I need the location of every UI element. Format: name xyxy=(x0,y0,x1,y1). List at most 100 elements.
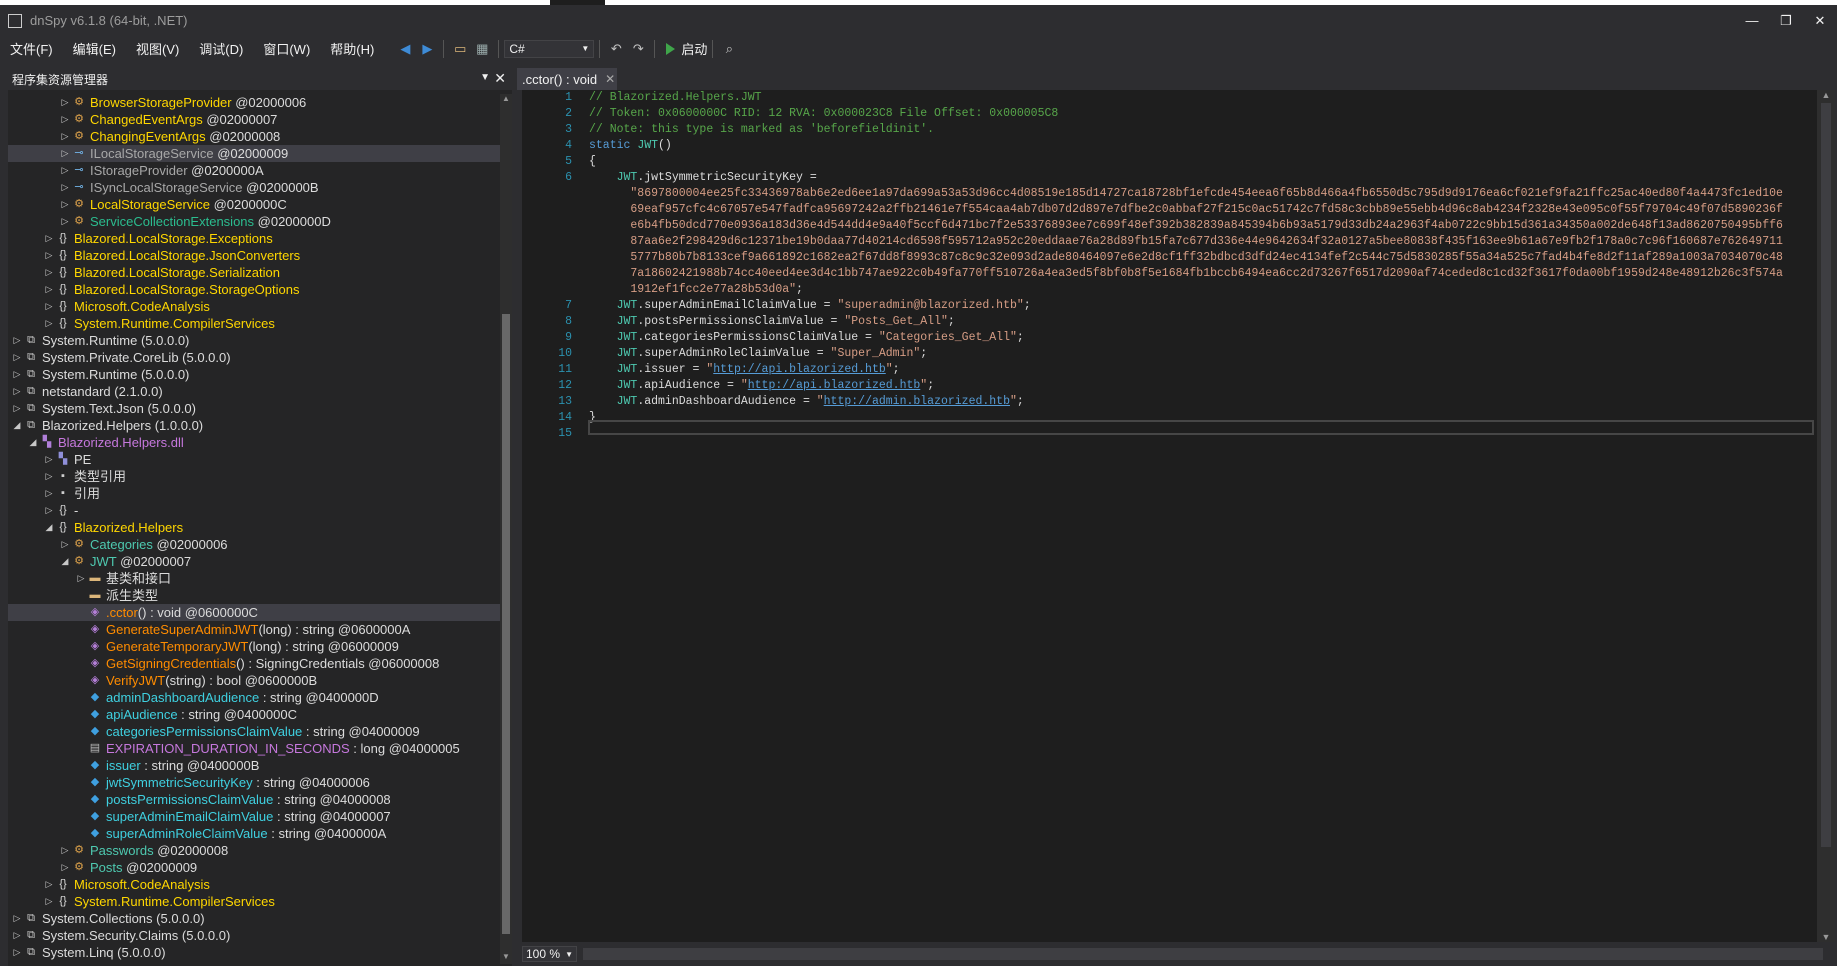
code-line[interactable]: { xyxy=(589,154,1804,170)
code-line[interactable]: JWT.jwtSymmetricSecurityKey = xyxy=(589,170,1804,186)
open-list-icon[interactable]: ▦ xyxy=(472,39,492,59)
expand-arrow-icon[interactable]: ▷ xyxy=(60,842,70,859)
expand-arrow-icon[interactable]: ▷ xyxy=(12,349,22,366)
expand-arrow-icon[interactable]: ▷ xyxy=(44,876,54,893)
code-line[interactable]: JWT.superAdminRoleClaimValue = "Super_Ad… xyxy=(589,346,1804,362)
tree-node[interactable]: ▷ ⧉ System.Security.Claims (5.0.0.0) xyxy=(8,927,500,944)
editor-scroll-thumb[interactable] xyxy=(1821,103,1831,847)
language-select[interactable]: C# ▼ xyxy=(504,39,595,58)
maximize-button[interactable]: ❐ xyxy=(1769,5,1803,36)
tree-node[interactable]: ◆ jwtSymmetricSecurityKey : string @04000… xyxy=(8,774,500,791)
tree-node[interactable]: ◆ superAdminEmailClaimValue : string @040… xyxy=(8,808,500,825)
tree-node[interactable]: ◢ ⚙ JWT @02000007 xyxy=(8,553,500,570)
tree-node[interactable]: ◆ issuer : string @0400000B xyxy=(8,757,500,774)
tree-node[interactable]: ◆ postsPermissionsClaimValue : string @04… xyxy=(8,791,500,808)
tree-node[interactable]: ▷ ⚙ Categories @02000006 xyxy=(8,536,500,553)
code-line[interactable]: JWT.apiAudience = "http://api.blazorized… xyxy=(589,378,1804,394)
collapse-arrow-icon[interactable]: ◢ xyxy=(44,519,54,536)
tree-node[interactable]: ▷ ⧉ System.Runtime (5.0.0.0) xyxy=(8,366,500,383)
close-window-button[interactable]: ✕ xyxy=(1803,5,1837,36)
editor-scrollbar[interactable]: ▲ ▼ xyxy=(1817,90,1835,942)
tree-node[interactable]: ◢ {} Blazorized.Helpers xyxy=(8,519,500,536)
code-editor[interactable]: 1 2 3 4 5 6 7 8 9 10 11 12 13 14 15 // Blazorized.Help… xyxy=(522,90,1819,942)
code-line[interactable]: JWT.issuer = "http://api.blazorized.htb"… xyxy=(589,362,1804,378)
code-line[interactable]: 7a18602421988b74cc40eed4ee3d4c1bb747ae92… xyxy=(589,266,1804,282)
tree-node[interactable]: ▤ EXPIRATION_DURATION_IN_SECONDS : long @… xyxy=(8,740,500,757)
tree-node[interactable]: ▷ ⚙ ChangedEventArgs @02000007 xyxy=(8,111,500,128)
tree-node[interactable]: ◆ superAdminRoleClaimValue : string @0400… xyxy=(8,825,500,842)
tree-node[interactable]: ▷ ⚙ Posts @02000009 xyxy=(8,859,500,876)
expand-arrow-icon[interactable]: ▷ xyxy=(44,315,54,332)
expand-arrow-icon[interactable]: ▷ xyxy=(60,128,70,145)
expand-arrow-icon[interactable]: ▷ xyxy=(44,893,54,910)
menu-edit[interactable]: 编辑(E) xyxy=(63,39,126,58)
expand-arrow-icon[interactable]: ▷ xyxy=(60,162,70,179)
expand-arrow-icon[interactable]: ▷ xyxy=(44,264,54,281)
expand-arrow-icon[interactable]: ▷ xyxy=(60,94,70,111)
expand-arrow-icon[interactable]: ▷ xyxy=(12,944,22,961)
tree-node[interactable]: ▷ ⚙ ChangingEventArgs @02000008 xyxy=(8,128,500,145)
tree-node[interactable]: ▷ ▬ 基类和接口 xyxy=(8,570,500,587)
tree-node[interactable]: ▷ {} Blazored.LocalStorage.JsonConverters xyxy=(8,247,500,264)
expand-arrow-icon[interactable]: ▷ xyxy=(60,859,70,876)
code-line[interactable]: "8697800004ee25fc33436978ab6e2ed6ee1a97d… xyxy=(589,186,1804,202)
code-line[interactable]: JWT.adminDashboardAudience = "http://adm… xyxy=(589,394,1804,410)
start-button[interactable]: 启动 xyxy=(666,39,707,58)
tree-node[interactable]: ◆ categoriesPermissionsClaimValue : strin… xyxy=(8,723,500,740)
tree-node[interactable]: ▷ {} System.Runtime.CompilerServices xyxy=(8,893,500,910)
expand-arrow-icon[interactable]: ▷ xyxy=(12,400,22,417)
close-tab-icon[interactable]: ✕ xyxy=(605,72,615,86)
expand-arrow-icon[interactable]: ▷ xyxy=(44,247,54,264)
editor-hscrollbar[interactable] xyxy=(583,948,1823,960)
tree-node[interactable]: ▷ {} - xyxy=(8,502,500,519)
code-line[interactable]: // Token: 0x0600000C RID: 12 RVA: 0x0000… xyxy=(589,106,1804,122)
tree-node[interactable]: ◈ GenerateSuperAdminJWT(long) : string @0… xyxy=(8,621,500,638)
code-line[interactable]: 5777b80b7b8133cef9a661892c1682ea2f67dd8f… xyxy=(589,250,1804,266)
menu-help[interactable]: 帮助(H) xyxy=(320,39,384,58)
tree-scrollbar[interactable]: ▲ ▼ xyxy=(500,94,512,964)
code-line[interactable]: e6b4fb50dcd770e0936a183d36e4d544dd4e9a40… xyxy=(589,218,1804,234)
expand-arrow-icon[interactable]: ▷ xyxy=(60,213,70,230)
scroll-down-icon[interactable]: ▼ xyxy=(1817,932,1835,942)
expand-arrow-icon[interactable]: ▷ xyxy=(12,366,22,383)
code-line[interactable]: static JWT() xyxy=(589,138,1804,154)
tree-node[interactable]: ▷ ⊸ ILocalStorageService @02000009 xyxy=(8,145,500,162)
menu-view[interactable]: 视图(V) xyxy=(126,39,189,58)
expand-arrow-icon[interactable]: ▷ xyxy=(12,927,22,944)
expand-arrow-icon[interactable]: ▷ xyxy=(60,179,70,196)
tree-node[interactable]: ▷ ⧉ System.Text.Json (5.0.0.0) xyxy=(8,400,500,417)
code-line[interactable]: JWT.superAdminEmailClaimValue = "superad… xyxy=(589,298,1804,314)
tree-node[interactable]: ▷ ▪ 类型引用 xyxy=(8,468,500,485)
tree-node[interactable]: ▷ {} Microsoft.CodeAnalysis xyxy=(8,876,500,893)
tree-node[interactable]: ▷ ⧉ System.Collections (5.0.0.0) xyxy=(8,910,500,927)
expand-arrow-icon[interactable]: ▷ xyxy=(12,910,22,927)
scroll-up-icon[interactable]: ▲ xyxy=(1817,90,1835,100)
tree-node[interactable]: ▷ {} System.Runtime.CompilerServices xyxy=(8,315,500,332)
tree-node[interactable]: ▷ ⚙ LocalStorageService @0200000C xyxy=(8,196,500,213)
forward-icon[interactable]: ▶ xyxy=(417,39,437,59)
tree-node[interactable]: ▷ ⚙ ServiceCollectionExtensions @0200000D xyxy=(8,213,500,230)
expand-arrow-icon[interactable]: ▷ xyxy=(76,570,86,587)
expand-arrow-icon[interactable]: ▷ xyxy=(44,281,54,298)
expand-arrow-icon[interactable]: ▷ xyxy=(12,332,22,349)
tree-node[interactable]: ▷ {} Blazored.LocalStorage.Exceptions xyxy=(8,230,500,247)
expand-arrow-icon[interactable]: ▷ xyxy=(44,502,54,519)
expand-arrow-icon[interactable]: ▷ xyxy=(60,536,70,553)
minimize-button[interactable]: — xyxy=(1735,5,1769,36)
code-line[interactable]: JWT.categoriesPermissionsClaimValue = "C… xyxy=(589,330,1804,346)
tree-node[interactable]: ▷ ⧉ System.Linq (5.0.0.0) xyxy=(8,944,500,961)
zoom-select[interactable]: 100 % ▼ xyxy=(522,946,577,962)
tree-node[interactable]: ◢ ⧉ Blazorized.Helpers (1.0.0.0) xyxy=(8,417,500,434)
expand-arrow-icon[interactable]: ▷ xyxy=(44,485,54,502)
tab-cctor[interactable]: .cctor() : void ✕ xyxy=(517,68,617,90)
menu-window[interactable]: 窗口(W) xyxy=(253,39,320,58)
undo-icon[interactable]: ↶ xyxy=(606,39,626,59)
tree-scroll-thumb[interactable] xyxy=(502,314,510,934)
tree-node[interactable]: ◈ GenerateTemporaryJWT(long) : string @06… xyxy=(8,638,500,655)
close-panel-icon[interactable]: ✕ xyxy=(494,70,506,87)
tree-node[interactable]: ◆ apiAudience : string @0400000C xyxy=(8,706,500,723)
tree-node[interactable]: ◈ GetSigningCredentials() : SigningCreden… xyxy=(8,655,500,672)
tree-node[interactable]: ▷ ⚙ Passwords @02000008 xyxy=(8,842,500,859)
code-line[interactable]: // Note: this type is marked as 'beforef… xyxy=(589,122,1804,138)
tree-node[interactable]: ▷ ⧉ System.Runtime (5.0.0.0) xyxy=(8,332,500,349)
